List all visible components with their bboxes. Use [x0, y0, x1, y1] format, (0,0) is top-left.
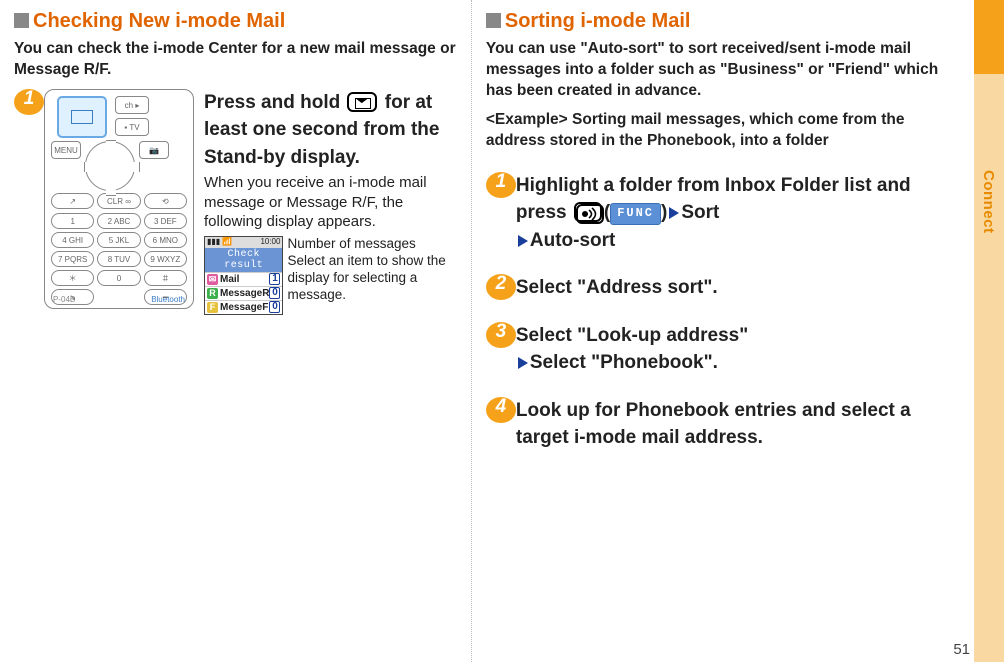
phone-camera-button: 📷 [139, 141, 169, 159]
heading-square-icon [486, 13, 501, 28]
phone-top-button: ch ▸ [115, 96, 149, 114]
keypad-0: 0 [97, 270, 140, 286]
result-notes: Number of messages Select an item to sho… [287, 236, 456, 315]
mail-key-icon [347, 92, 377, 112]
sidebar-top-block [974, 0, 1004, 74]
right-step4-text: Look up for Phonebook entries and select… [516, 397, 960, 452]
heading-square-icon [14, 13, 29, 28]
right-step2-text: Select "Address sort". [516, 274, 960, 302]
right-intro: You can use "Auto-sort" to sort received… [486, 39, 960, 102]
right-step-1: 1 Highlight a folder from Inbox Folder l… [486, 172, 960, 255]
step-number-badge: 1 [12, 85, 46, 119]
sidebar-label: Connect [980, 170, 997, 234]
section-sidebar: Connect [974, 0, 1004, 662]
result-row-r: R MessageR 0 [205, 286, 282, 300]
phone-screen-icon [57, 96, 107, 138]
right-step-3: 3 Select "Look-up address" Select "Phone… [486, 322, 960, 377]
keypad-5: 5 JKL [97, 232, 140, 248]
result-r-label: MessageR [220, 288, 269, 299]
right-heading: Sorting i-mode Mail [486, 10, 960, 33]
mail-tag-icon: ✉ [207, 274, 218, 285]
right-column: Sorting i-mode Mail You can use "Auto-so… [472, 0, 974, 662]
right-step1-text: Highlight a folder from Inbox Folder lis… [516, 172, 960, 255]
left-column: Checking New i-mode Mail You can check t… [0, 0, 472, 662]
left-step1-body: When you receive an i-mode mail message … [204, 173, 457, 232]
result-f-label: MessageF [220, 302, 268, 313]
step-number: 1 [496, 171, 507, 192]
result-time: 10:00 [260, 237, 280, 246]
result-title-bar: Check result [205, 248, 282, 272]
check-result-screen: ▮▮▮ 📶 10:00 Check result ✉ Mail 1 R [204, 236, 283, 315]
step1-text-b: Sort [681, 202, 719, 223]
step-number: 3 [496, 321, 507, 342]
page-number: 51 [953, 641, 970, 658]
func-pill: FUNC [610, 203, 661, 224]
phone-model: P-04B [53, 295, 75, 304]
left-heading: Checking New i-mode Mail [14, 10, 457, 33]
step1-text-c: Auto-sort [530, 230, 615, 251]
keypad-star: ＊ [51, 270, 94, 286]
right-step-4: 4 Look up for Phonebook entries and sele… [486, 397, 960, 452]
result-f-count: 0 [269, 301, 280, 313]
keypad-4: 4 GHI [51, 232, 94, 248]
phone-tv-button: ▪ TV [115, 118, 149, 136]
triangle-icon [518, 235, 528, 247]
sidebar-bottom-block [974, 74, 1004, 662]
step-number: 4 [496, 396, 507, 417]
right-step3-text: Select "Look-up address" Select "Phonebo… [516, 322, 960, 377]
result-note-1: Number of messages [287, 236, 456, 253]
left-step-1: 1 ch ▸ ▪ TV MENU 📷 [14, 89, 457, 315]
triangle-icon [518, 357, 528, 369]
result-note-2: Select an item to show the display for s… [287, 253, 456, 304]
keypad-1: 1 [51, 213, 94, 229]
step-number-badge: 1 [484, 168, 518, 202]
keypad-3: 3 DEF [144, 213, 187, 229]
example-block: <Example> Sorting mail messages, which c… [486, 110, 960, 152]
step3-line2: Select "Phonebook". [530, 352, 718, 373]
keypad-hash: ＃ [144, 270, 187, 286]
step-number: 2 [496, 273, 507, 294]
result-row-f: F MessageF 0 [205, 300, 282, 314]
keypad-7: 7 PQRS [51, 251, 94, 267]
keypad-2: 2 ABC [97, 213, 140, 229]
ir-key-icon [574, 202, 602, 222]
result-status-bar: ▮▮▮ 📶 10:00 [205, 237, 282, 248]
right-step-2: 2 Select "Address sort". [486, 274, 960, 302]
example-label: <Example> [486, 111, 568, 128]
message-f-tag-icon: F [207, 302, 218, 313]
step-number-badge: 3 [484, 318, 518, 352]
result-row-mail: ✉ Mail 1 [205, 272, 282, 286]
result-mail-label: Mail [220, 274, 239, 285]
step-number: 1 [24, 88, 35, 109]
step-number-badge: 4 [484, 393, 518, 427]
step1-title-part-a: Press and hold [204, 92, 345, 113]
bluetooth-label: Bluetooth [151, 295, 185, 304]
keypad-8: 8 TUV [97, 251, 140, 267]
phone-softkey: ⟲ [144, 193, 187, 209]
left-heading-text: Checking New i-mode Mail [33, 10, 285, 32]
step-number-badge: 2 [484, 270, 518, 304]
triangle-icon [669, 207, 679, 219]
left-intro: You can check the i-mode Center for a ne… [14, 39, 457, 81]
result-r-count: 0 [269, 287, 280, 299]
phone-softkey: ↗ [51, 193, 94, 209]
phone-dpad [85, 141, 135, 191]
phone-mock: ch ▸ ▪ TV MENU 📷 ↗ CLR ∞ ⟲ [44, 89, 194, 309]
phone-clr-key: CLR ∞ [97, 193, 140, 209]
keypad-9: 9 WXYZ [144, 251, 187, 267]
right-heading-text: Sorting i-mode Mail [505, 10, 691, 32]
step3-line1: Select "Look-up address" [516, 325, 748, 346]
keypad-6: 6 MNO [144, 232, 187, 248]
left-step1-title: Press and hold for at least one second f… [204, 89, 457, 172]
phone-menu-button: MENU [51, 141, 81, 159]
message-r-tag-icon: R [207, 288, 218, 299]
result-mail-count: 1 [269, 273, 280, 285]
